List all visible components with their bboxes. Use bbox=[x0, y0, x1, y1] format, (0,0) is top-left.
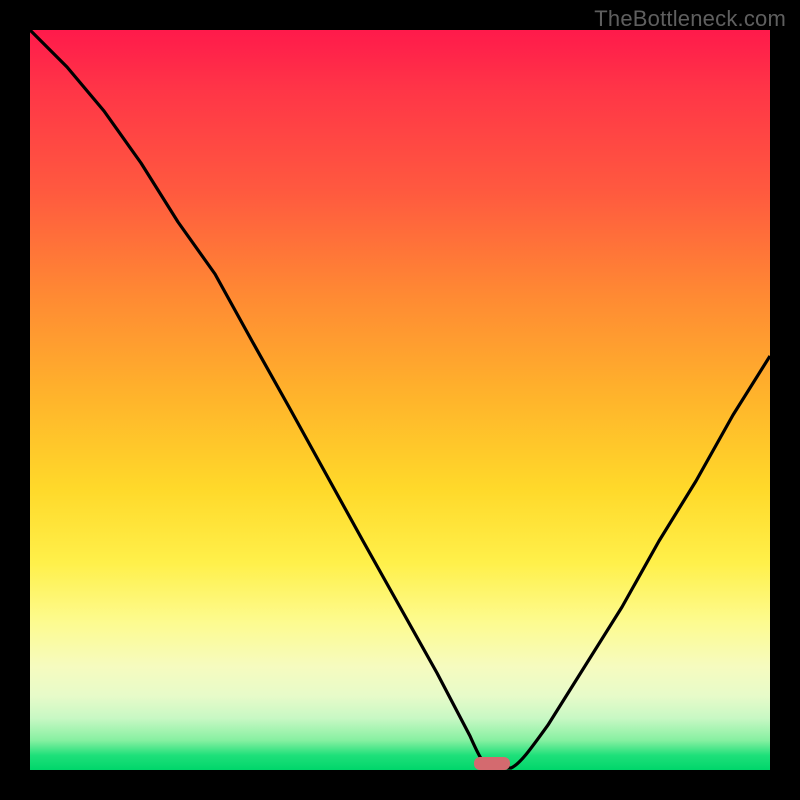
watermark-text: TheBottleneck.com bbox=[594, 6, 786, 32]
minimum-marker bbox=[474, 757, 510, 770]
chart-frame: TheBottleneck.com bbox=[0, 0, 800, 800]
bottleneck-curve-line bbox=[30, 30, 770, 768]
bottleneck-curve-svg bbox=[30, 30, 770, 770]
plot-area bbox=[30, 30, 770, 770]
